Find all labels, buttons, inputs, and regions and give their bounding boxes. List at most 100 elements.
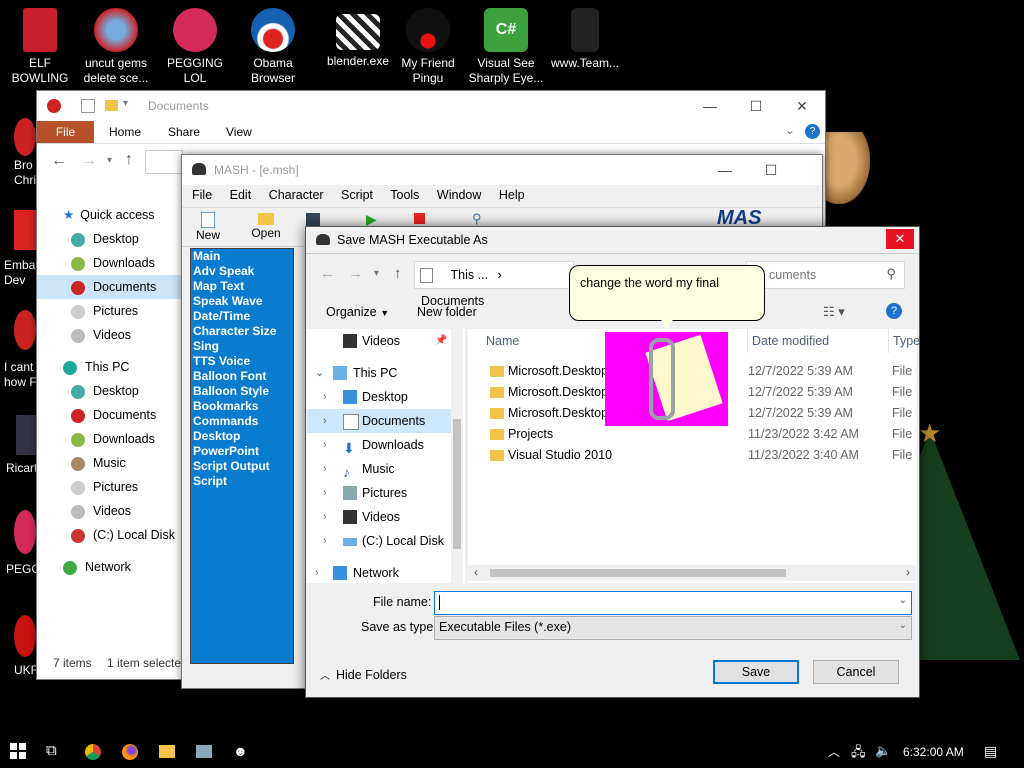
list-item[interactable]: Script [191,474,293,489]
tree-item-videos-pinned[interactable]: Videos 📌 [307,329,457,353]
desktop-icon-partial-4[interactable] [16,415,36,455]
desktop-icon-obama-browser[interactable]: Obama Browser [233,8,313,86]
scrollbar-thumb[interactable] [453,419,461,549]
table-row[interactable]: Visual Studio 2010 11/23/2022 3:40 AM Fi… [468,445,916,466]
minimize-button[interactable]: — [687,91,733,121]
chevron-down-icon[interactable]: ⌄ [785,123,795,137]
tree-item-desktop[interactable]: › Desktop [307,385,457,409]
task-view-icon[interactable]: ⧉ [46,742,57,759]
list-item[interactable]: Balloon Style [191,384,293,399]
forward-arrow-icon[interactable]: → [348,265,363,282]
menu-file[interactable]: File [192,188,212,202]
clippy-assistant[interactable] [605,332,728,426]
tree-scrollbar[interactable] [451,329,463,583]
close-button[interactable]: ✕ [886,229,914,249]
tab-view[interactable]: View [226,121,252,143]
tab-home[interactable]: Home [109,121,141,143]
nav-item-desktop[interactable]: Desktop [71,227,139,251]
mash-titlebar[interactable]: MASH - [e.msh] — ☐ [182,155,822,185]
nav-pc-local-disk[interactable]: (C:) Local Disk [71,523,175,547]
mash-command-list[interactable]: Main Adv Speak Map Text Speak Wave Date/… [190,248,294,664]
list-item[interactable]: Commands [191,414,293,429]
desktop-icon-uncut-gems[interactable]: uncut gems delete sce... [76,8,156,86]
list-item[interactable]: TTS Voice [191,354,293,369]
desktop-icon-elf-bowling[interactable]: ELF BOWLING [0,8,80,86]
tree-item-pictures[interactable]: › Pictures [307,481,457,505]
column-name[interactable]: Name [486,329,519,353]
chevron-right-icon[interactable]: › [323,409,327,433]
scrollbar-thumb[interactable] [490,569,786,577]
dialog-titlebar[interactable]: Save MASH Executable As ✕ [306,227,919,254]
desktop-icon-partial-1[interactable] [14,118,36,156]
assistant-balloon[interactable]: change the word my final [569,265,765,321]
desktop-icon-blender[interactable]: blender.exe [318,8,398,69]
help-icon[interactable]: ? [886,303,902,319]
close-button[interactable]: ✕ [779,91,825,121]
chevron-right-icon[interactable]: › [323,433,327,457]
checkbox-icon[interactable] [81,99,95,113]
desktop-icon-visual-see-sharply[interactable]: C# Visual See Sharply Eye... [466,8,546,86]
breadcrumb-this-pc[interactable]: This ... [450,268,488,282]
list-item[interactable]: Desktop [191,429,293,444]
nav-pc-videos[interactable]: Videos [71,499,131,523]
mash-taskbar-icon[interactable]: ☻ [233,743,248,759]
nav-pc-pictures[interactable]: Pictures [71,475,138,499]
tree-item-network[interactable]: › Network [307,561,457,585]
chevron-right-icon[interactable]: › [906,565,910,579]
menu-help[interactable]: Help [499,188,525,202]
save-button[interactable]: Save [713,660,799,684]
menu-edit[interactable]: Edit [230,188,252,202]
forward-arrow-icon[interactable]: → [81,152,97,170]
address-bar[interactable] [145,150,183,174]
open-button[interactable]: Open [248,212,284,240]
list-item[interactable]: Balloon Font [191,369,293,384]
explorer-titlebar[interactable]: ▾ Documents — ☐ ✕ [37,91,825,121]
chevron-up-icon[interactable]: ︿ [828,743,840,760]
desktop-icon-partial-3[interactable] [14,310,36,350]
nav-item-videos[interactable]: Videos [71,323,131,347]
tree-item-this-pc[interactable]: ⌄ This PC [307,361,457,385]
file-explorer-icon[interactable] [159,745,175,758]
view-options-icon[interactable]: ☷ ▾ [823,304,845,320]
cancel-button[interactable]: Cancel [813,660,899,684]
list-item[interactable]: Map Text [191,279,293,294]
tree-item-local-disk[interactable]: › (C:) Local Disk [307,529,457,553]
nav-item-downloads[interactable]: Downloads [71,251,155,275]
save-type-select[interactable]: Executable Files (*.exe) ⌄ [434,616,912,640]
menu-tools[interactable]: Tools [390,188,419,202]
chrome-icon[interactable] [85,744,101,760]
menu-script[interactable]: Script [341,188,373,202]
nav-item-documents[interactable]: Documents [37,275,183,299]
table-row[interactable]: Projects 11/23/2022 3:42 AM File fo [468,424,916,445]
back-arrow-icon[interactable]: ← [320,265,335,282]
firefox-icon[interactable] [122,744,138,760]
list-item[interactable]: Main [191,249,293,264]
list-item[interactable]: PowerPoint [191,444,293,459]
chevron-down-icon[interactable]: ⌄ [899,595,907,606]
desktop-icon-partial-6[interactable] [14,615,36,657]
chevron-right-icon[interactable]: › [323,457,327,481]
quick-access[interactable]: ★ Quick access [63,203,155,227]
tree-item-documents[interactable]: › Documents [307,409,457,433]
network-app-icon[interactable] [196,745,212,758]
pin-icon[interactable]: 📌 [435,329,447,353]
chevron-right-icon[interactable]: › [323,481,327,505]
nav-item-pictures[interactable]: Pictures [71,299,138,323]
tab-file[interactable]: File [37,121,94,143]
desktop-icon-pegging[interactable]: PEGGING LOL [155,8,235,86]
file-name-input[interactable]: ⌄ [434,591,912,615]
nav-network[interactable]: Network [63,555,131,579]
chevron-down-icon[interactable]: ▾ [374,268,379,279]
stop-icon[interactable] [414,213,425,224]
up-arrow-icon[interactable]: ↑ [394,265,402,282]
search-icon[interactable]: ⚲ [472,211,482,227]
column-type[interactable]: Type [888,329,920,353]
chevron-right-icon[interactable]: › [323,505,327,529]
notifications-icon[interactable]: ▤ [984,743,997,760]
chevron-left-icon[interactable]: ‹ [474,565,478,579]
menu-character[interactable]: Character [269,188,324,202]
list-item[interactable]: Date/Time [191,309,293,324]
folder-icon[interactable] [105,100,118,111]
list-item[interactable]: Script Output [191,459,293,474]
start-windows-icon[interactable] [10,743,26,759]
